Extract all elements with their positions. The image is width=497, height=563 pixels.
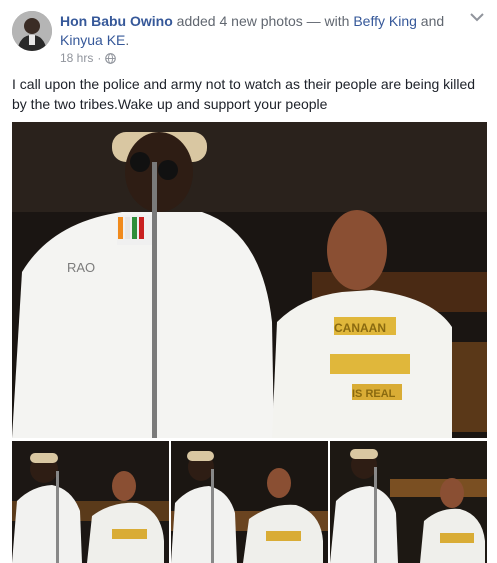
post-headline: Hon Babu Owino added 4 new photos — with… [60, 12, 460, 50]
globe-icon[interactable] [105, 52, 117, 64]
post-body-text: I call upon the police and army not to w… [12, 76, 476, 112]
photo-thumbnail-3[interactable] [330, 441, 487, 563]
post-action-text: added 4 new photos — with [176, 13, 350, 29]
photo-thumbnail-2[interactable] [171, 441, 328, 563]
post-meta: 18 hrs · [60, 51, 117, 65]
shirt-text-left: RAO [67, 260, 95, 275]
thumbnail-image-1 [12, 441, 169, 563]
main-photo[interactable]: RAO CANAAN IS REAL [12, 122, 487, 438]
post-timestamp-link[interactable]: 18 hrs [60, 51, 93, 65]
tagged-user-link-2[interactable]: Kinyua KE [60, 32, 125, 48]
shirt-text-right-2: IS REAL [352, 388, 396, 400]
photo-thumbnail-1[interactable] [12, 441, 169, 563]
avatar-image [12, 11, 52, 51]
author-name-link[interactable]: Hon Babu Owino [60, 13, 173, 29]
shirt-text-right-1: CANAAN [334, 321, 386, 335]
conjunction-text: and [420, 13, 445, 29]
main-photo-image: RAO CANAAN IS REAL [12, 122, 487, 438]
meta-separator: · [97, 51, 102, 65]
thumbnail-image-3 [330, 441, 487, 563]
thumbnail-image-2 [171, 441, 328, 563]
chevron-down-icon[interactable] [470, 12, 484, 22]
tagged-user-link-1[interactable]: Beffy King [353, 13, 417, 29]
author-avatar[interactable] [12, 11, 52, 51]
facebook-post: Hon Babu Owino added 4 new photos — with… [0, 0, 497, 563]
headline-period: . [125, 32, 130, 48]
